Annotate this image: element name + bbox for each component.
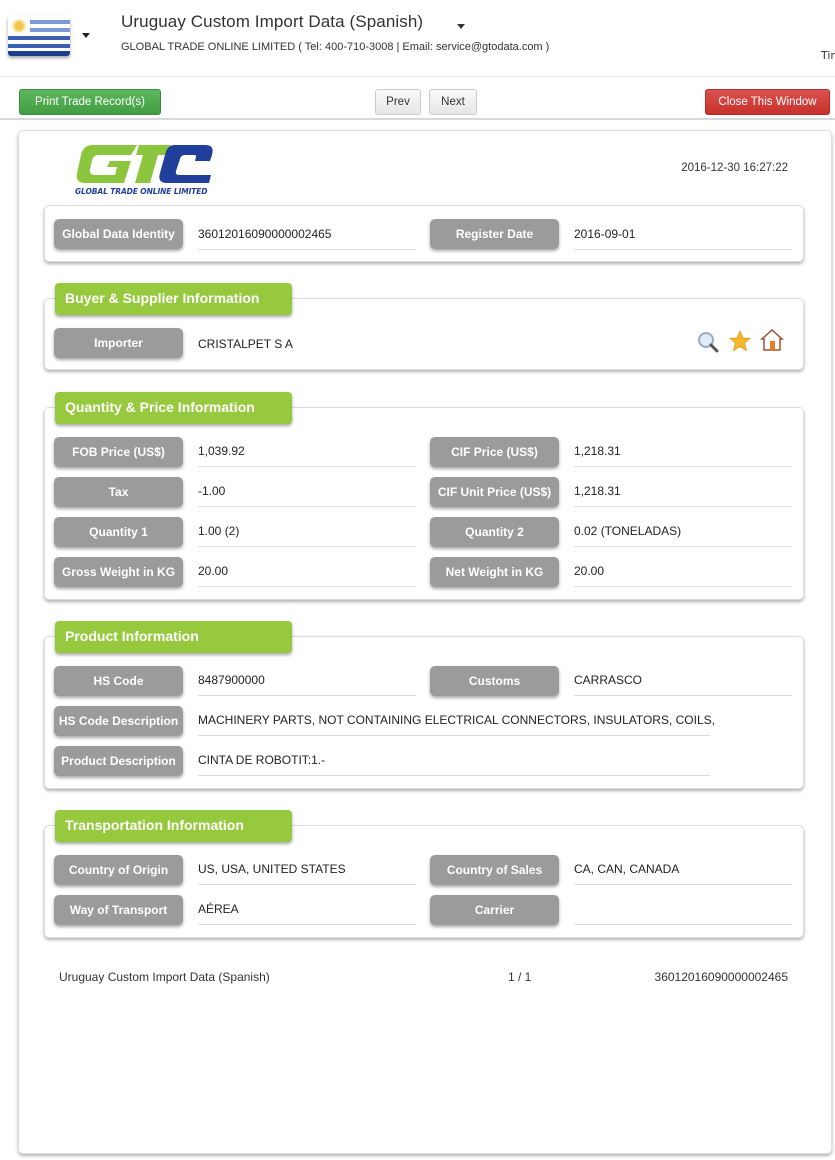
gross-weight-value: 20.00 xyxy=(198,562,416,587)
home-icon[interactable] xyxy=(760,328,784,352)
title-dropdown-caret-icon[interactable] xyxy=(457,24,465,29)
importer-label: Importer xyxy=(54,328,183,358)
identity-panel: Global Data Identity 3601201609000000246… xyxy=(44,205,804,262)
hs-code-description-label: HS Code Description xyxy=(54,706,183,736)
country-of-sales-value: CA, CAN, CANADA xyxy=(574,860,792,885)
way-of-transport-label: Way of Transport xyxy=(54,895,183,925)
next-button[interactable]: Next xyxy=(429,89,477,115)
page-title: Uruguay Custom Import Data (Spanish) xyxy=(121,12,424,31)
flag-stripe xyxy=(30,28,70,32)
quantity2-label: Quantity 2 xyxy=(430,517,559,547)
register-date-label: Register Date xyxy=(430,219,559,249)
cif-unit-price-value: 1,218.31 xyxy=(574,482,792,507)
truncated-text: Tir xyxy=(821,49,835,62)
uruguay-flag-icon[interactable] xyxy=(8,16,70,56)
transportation-header: Transportation Information xyxy=(55,810,292,842)
footer-pagination: 1 / 1 xyxy=(508,970,532,984)
company-contact: GLOBAL TRADE ONLINE LIMITED ( Tel: 400-7… xyxy=(121,41,550,53)
buyer-supplier-header: Buyer & Supplier Information xyxy=(55,283,292,315)
quantity-price-header: Quantity & Price Information xyxy=(55,392,292,424)
record-timestamp: 2016-12-30 16:27:22 xyxy=(681,162,788,174)
country-of-origin-value: US, USA, UNITED STATES xyxy=(198,860,416,885)
trade-record-document: GLOBAL TRADE ONLINE LIMITED 2016-12-30 1… xyxy=(18,130,832,1154)
print-trade-record-button[interactable]: Print Trade Record(s) xyxy=(19,89,161,115)
gto-logo: GLOBAL TRADE ONLINE LIMITED xyxy=(75,141,215,199)
quantity1-value: 1.00 (2) xyxy=(198,522,416,547)
logo-text: GLOBAL TRADE ONLINE LIMITED xyxy=(75,187,208,196)
customs-label: Customs xyxy=(430,666,559,696)
cif-price-value: 1,218.31 xyxy=(574,442,792,467)
top-header: Uruguay Custom Import Data (Spanish) GLO… xyxy=(0,0,835,77)
footer-record-id: 36012016090000002465 xyxy=(654,970,788,984)
importer-value: CRISTALPET S A xyxy=(198,337,293,351)
product-description-label: Product Description xyxy=(54,746,183,776)
carrier-label: Carrier xyxy=(430,895,559,925)
gto-logo-icon xyxy=(76,145,213,183)
cif-price-label: CIF Price (US$) xyxy=(430,437,559,467)
flag-stripe xyxy=(8,36,70,40)
quantity-price-panel: FOB Price (US$) 1,039.92 CIF Price (US$)… xyxy=(44,407,804,600)
hs-code-description-value: MACHINERY PARTS, NOT CONTAINING ELECTRIC… xyxy=(198,711,715,736)
prev-button[interactable]: Prev xyxy=(375,89,421,115)
flag-stripe xyxy=(8,44,70,48)
tax-label: Tax xyxy=(54,477,183,507)
tax-value: -1.00 xyxy=(198,482,416,507)
customs-value: CARRASCO xyxy=(574,671,792,696)
fob-price-value: 1,039.92 xyxy=(198,442,416,467)
global-data-identity-label: Global Data Identity xyxy=(54,219,183,249)
country-of-origin-label: Country of Origin xyxy=(54,855,183,885)
flag-dropdown-caret-icon[interactable] xyxy=(82,33,90,38)
register-date-value: 2016-09-01 xyxy=(574,225,792,250)
star-icon[interactable] xyxy=(728,329,752,353)
carrier-value xyxy=(574,900,792,925)
net-weight-label: Net Weight in KG xyxy=(430,557,559,587)
quantity2-value: 0.02 (TONELADAS) xyxy=(574,522,792,547)
search-icon[interactable] xyxy=(696,330,720,354)
fob-price-label: FOB Price (US$) xyxy=(54,437,183,467)
close-window-button[interactable]: Close This Window xyxy=(705,89,830,115)
footer-source: Uruguay Custom Import Data (Spanish) xyxy=(59,970,270,984)
product-description-value: CINTA DE ROBOTIT:1.- xyxy=(198,751,710,776)
flag-sun xyxy=(12,19,26,33)
gross-weight-label: Gross Weight in KG xyxy=(54,557,183,587)
product-header: Product Information xyxy=(55,621,292,653)
hs-code-value: 8487900000 xyxy=(198,671,416,696)
flag-stripe xyxy=(8,51,70,56)
way-of-transport-value: AÉREA xyxy=(198,900,416,925)
product-panel: HS Code 8487900000 Customs CARRASCO HS C… xyxy=(44,636,804,789)
toolbar: Print Trade Record(s) Prev Next Close Th… xyxy=(0,78,835,120)
flag-stripe xyxy=(30,20,70,24)
country-of-sales-label: Country of Sales xyxy=(430,855,559,885)
net-weight-value: 20.00 xyxy=(574,562,792,587)
cif-unit-price-label: CIF Unit Price (US$) xyxy=(430,477,559,507)
hs-code-label: HS Code xyxy=(54,666,183,696)
quantity1-label: Quantity 1 xyxy=(54,517,183,547)
global-data-identity-value: 36012016090000002465 xyxy=(198,225,416,250)
